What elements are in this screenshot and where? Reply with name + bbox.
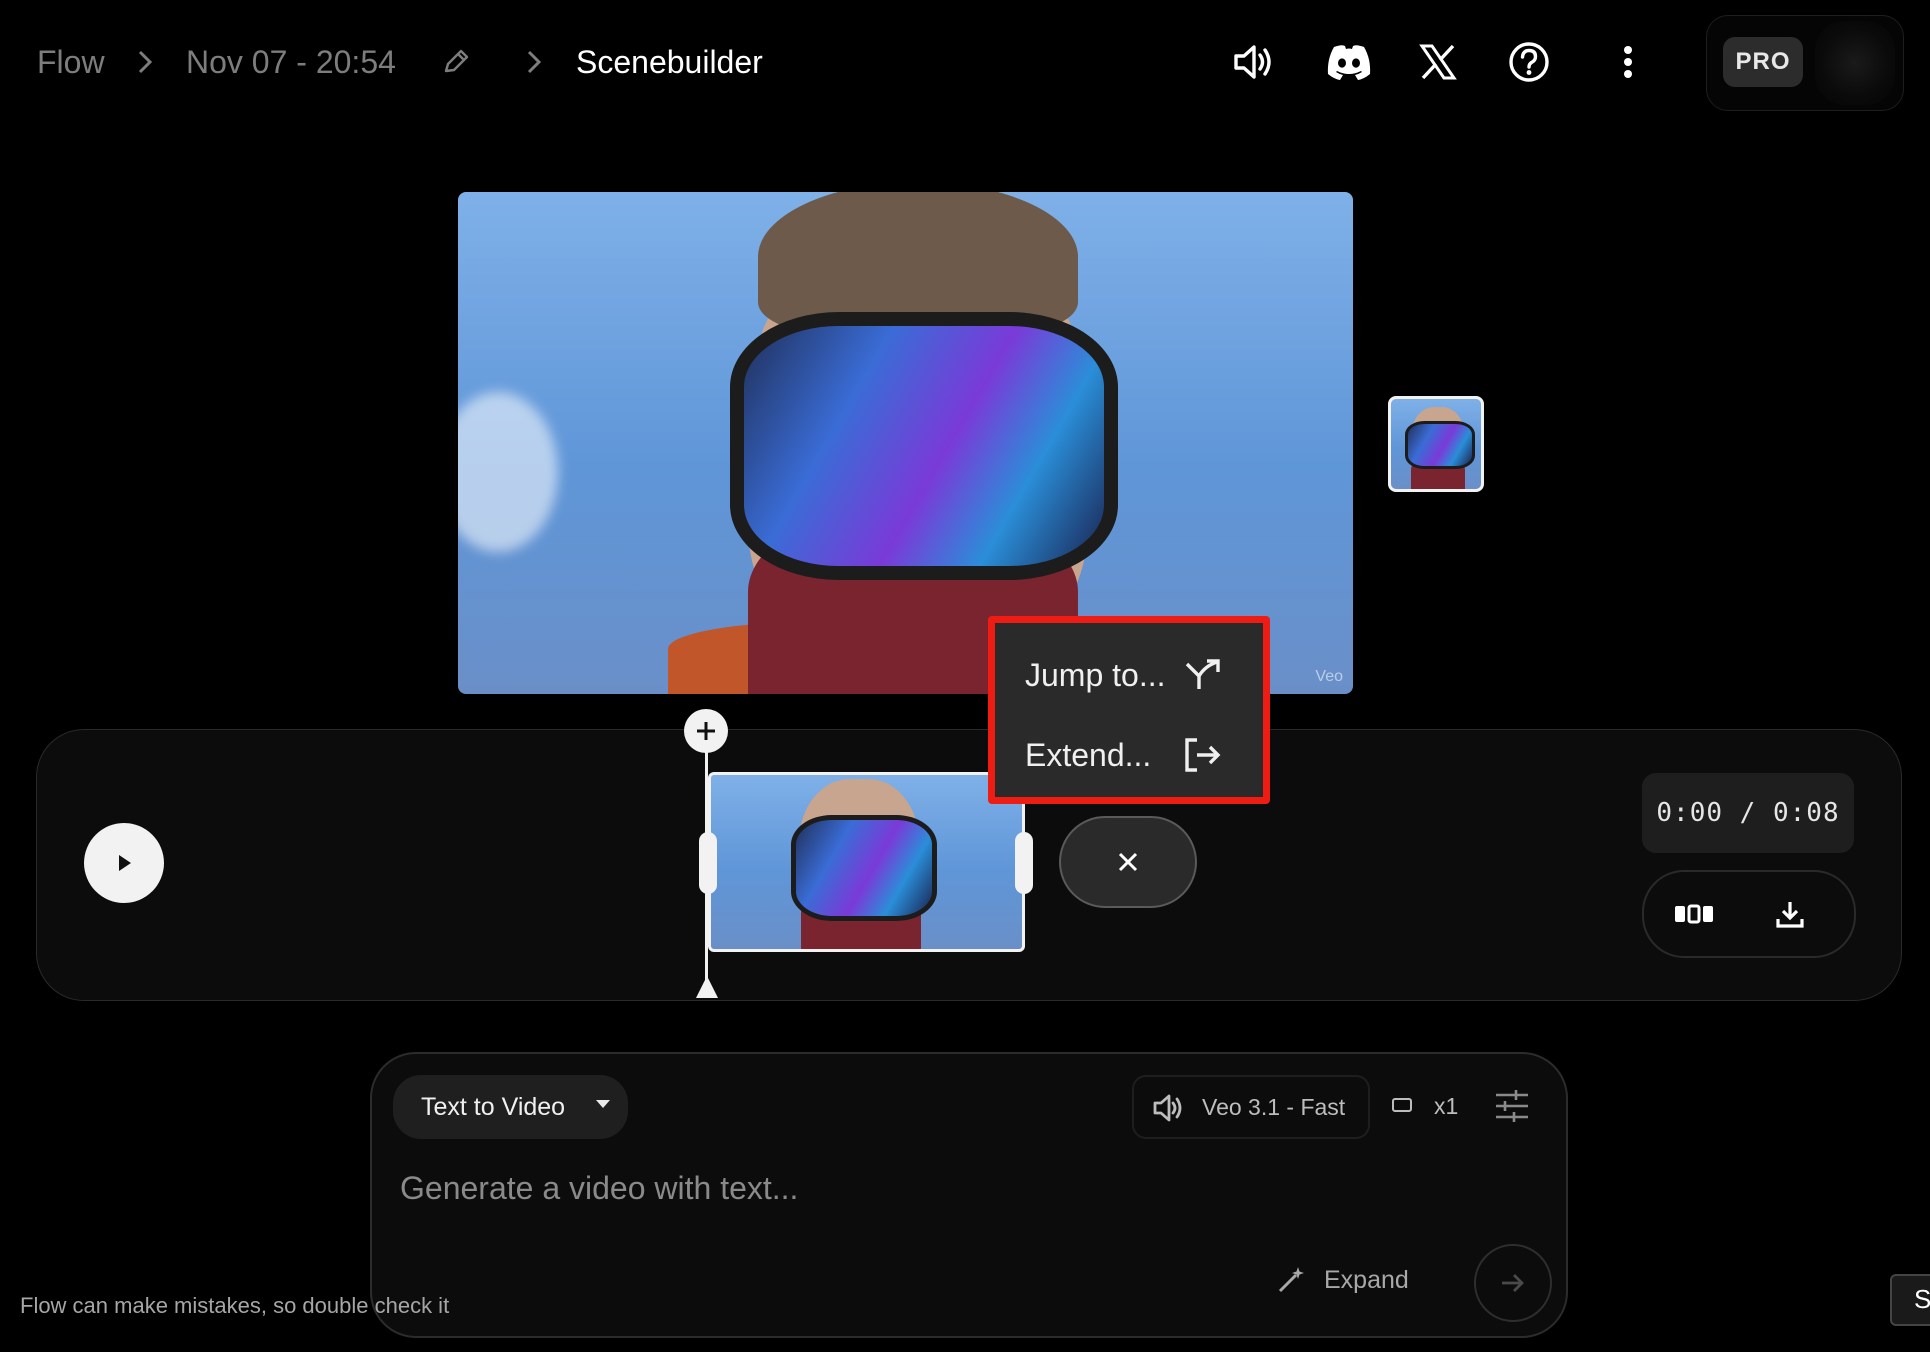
more-options-button[interactable] <box>1603 40 1653 84</box>
aspect-ratio-icon[interactable] <box>1392 1098 1412 1112</box>
chevron-right-icon <box>527 50 542 74</box>
time-readout: 0:00 / 0:08 <box>1642 773 1854 853</box>
add-clip-button[interactable] <box>684 709 728 753</box>
breadcrumb-current-page: Scenebuilder <box>576 44 763 80</box>
magic-wand-icon <box>1278 1267 1304 1293</box>
arrow-right-icon <box>1502 1274 1524 1292</box>
timeline-clip[interactable] <box>708 772 1025 952</box>
volume-icon <box>1153 1094 1182 1122</box>
goggles-shape <box>1405 421 1475 469</box>
volume-button[interactable] <box>1228 40 1278 84</box>
exit-arrow-icon <box>1181 733 1225 777</box>
discord-button[interactable] <box>1324 40 1374 84</box>
more-vert-icon <box>1624 46 1632 78</box>
hair-shape <box>758 192 1078 332</box>
x-button[interactable] <box>1413 40 1463 84</box>
prompt-input[interactable] <box>400 1163 1500 1213</box>
expand-label: Expand <box>1324 1265 1409 1294</box>
expand-button[interactable]: Expand <box>1276 1260 1409 1300</box>
goggles-shape <box>730 312 1118 580</box>
send-button[interactable] <box>1474 1244 1552 1322</box>
branch-icon <box>1181 653 1225 697</box>
breadcrumb-project[interactable]: Nov 07 - 20:54 <box>186 40 396 84</box>
mode-label: Text to Video <box>421 1092 566 1121</box>
play-icon <box>119 855 131 871</box>
breadcrumb-flow[interactable]: Flow <box>37 40 105 84</box>
volume-icon <box>1234 45 1271 79</box>
menu-item-jump-to[interactable]: Jump to... <box>995 639 1263 711</box>
playhead-marker-icon[interactable] <box>694 974 720 1000</box>
caret-down-icon <box>596 1100 610 1108</box>
clips-view-icon <box>1675 904 1713 924</box>
close-icon <box>1118 852 1138 872</box>
menu-item-extend[interactable]: Extend... <box>995 719 1263 791</box>
avatar[interactable] <box>1815 21 1895 105</box>
download-button[interactable] <box>1740 872 1840 956</box>
x-logo-icon <box>1419 44 1457 80</box>
model-selector[interactable]: Veo 3.1 - Fast <box>1132 1075 1370 1139</box>
generation-mode-dropdown[interactable]: Text to Video <box>393 1075 628 1139</box>
pro-badge: PRO <box>1723 37 1803 87</box>
plus-icon <box>697 722 715 740</box>
settings-sliders-icon[interactable] <box>1494 1090 1530 1122</box>
veo-watermark: Veo <box>1315 668 1343 685</box>
output-count[interactable]: x1 <box>1434 1093 1458 1120</box>
discord-icon <box>1327 45 1371 80</box>
clip-context-menu: Jump to... Extend... <box>988 616 1270 804</box>
help-icon <box>1509 42 1549 82</box>
close-menu-button[interactable] <box>1059 816 1197 908</box>
account-area[interactable]: PRO <box>1706 15 1904 111</box>
chevron-right-icon <box>138 50 153 74</box>
play-button[interactable] <box>84 823 164 903</box>
help-button[interactable] <box>1504 40 1554 84</box>
scene-thumbnail[interactable] <box>1388 396 1484 492</box>
menu-item-label: Jump to... <box>1025 656 1166 693</box>
edit-pencil-icon[interactable] <box>441 47 471 77</box>
model-label: Veo 3.1 - Fast <box>1202 1094 1346 1120</box>
corner-button[interactable]: S <box>1890 1274 1930 1326</box>
clip-trim-handle-right[interactable] <box>1015 832 1033 894</box>
download-icon <box>1776 902 1804 928</box>
menu-item-label: Extend... <box>1025 736 1152 773</box>
cloud-shape <box>458 392 558 552</box>
timeline-tools <box>1642 870 1856 958</box>
arrange-clips-button[interactable] <box>1644 872 1744 956</box>
disclaimer-text: Flow can make mistakes, so double check … <box>20 1293 450 1318</box>
goggles-shape <box>791 815 937 921</box>
clip-trim-handle-left[interactable] <box>699 832 717 894</box>
